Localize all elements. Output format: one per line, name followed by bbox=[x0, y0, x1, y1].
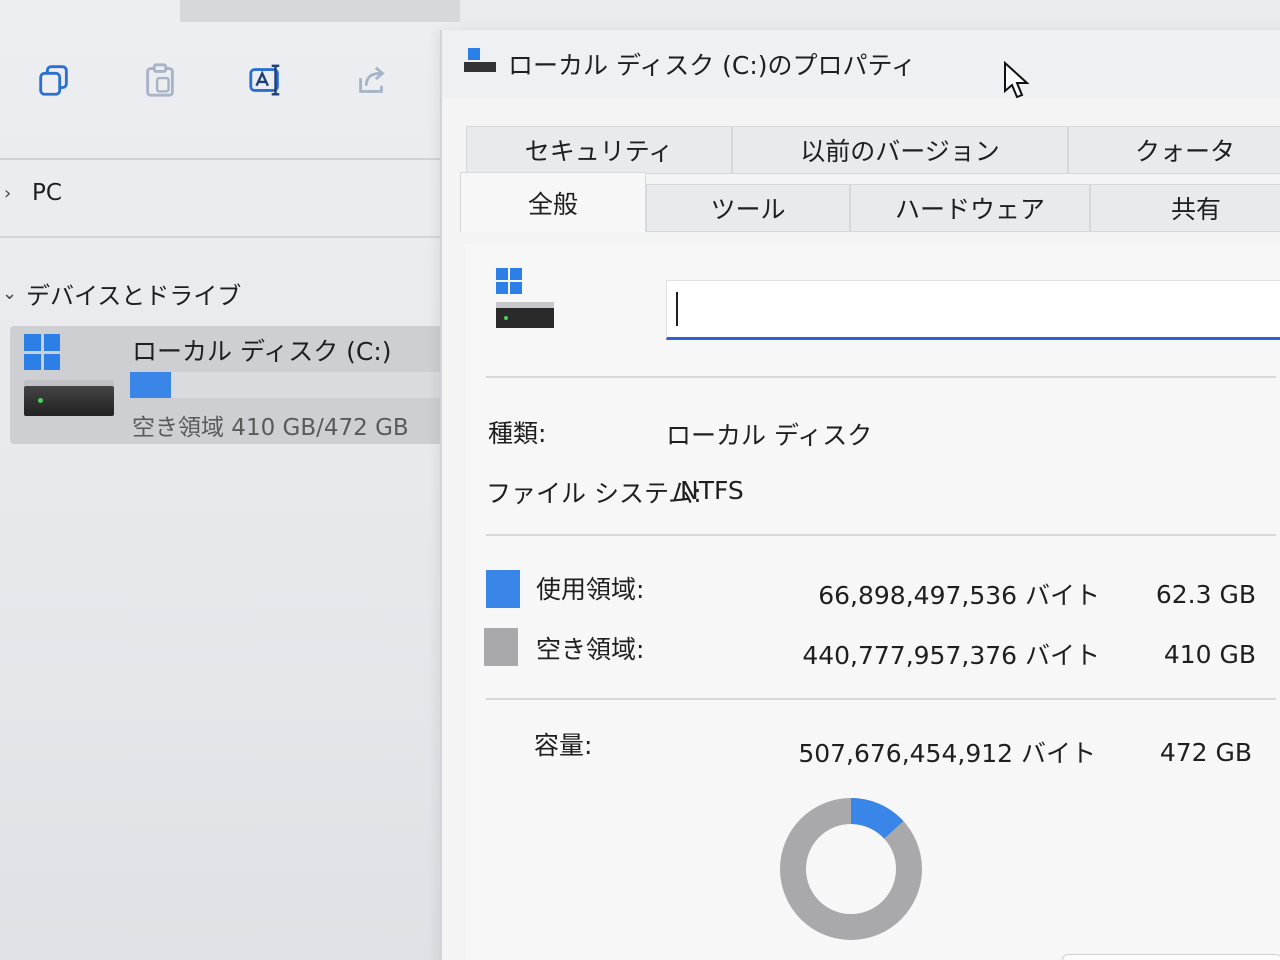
drive-large-icon bbox=[496, 268, 556, 332]
toolbar-divider bbox=[0, 158, 440, 160]
mouse-cursor-icon bbox=[1004, 60, 1030, 99]
tab-tools[interactable]: ツール bbox=[646, 184, 850, 232]
drive-usage-fill bbox=[130, 372, 171, 398]
free-space-bytes: 440,777,957,376 バイト bbox=[802, 641, 1100, 670]
tab-quota[interactable]: クォータ bbox=[1068, 126, 1280, 174]
tab-sharing[interactable]: 共有 bbox=[1090, 184, 1280, 232]
tab-tools-label: ツール bbox=[710, 195, 786, 224]
windows-logo-icon bbox=[24, 334, 60, 370]
used-space-bytes: 66,898,497,536 バイト bbox=[818, 581, 1100, 610]
share-button[interactable] bbox=[348, 56, 396, 104]
window-edge bbox=[180, 0, 460, 22]
used-space-swatch bbox=[486, 570, 520, 608]
separator bbox=[486, 376, 1276, 378]
tab-quota-label: クォータ bbox=[1134, 137, 1235, 166]
share-icon bbox=[359, 66, 385, 93]
text-caret bbox=[676, 292, 678, 326]
copy-icon bbox=[39, 65, 68, 96]
devices-drives-group-header[interactable]: ⌄ デバイスとドライブ bbox=[2, 276, 241, 311]
copy-button[interactable] bbox=[30, 56, 78, 104]
tab-general-label: 全般 bbox=[527, 189, 578, 219]
used-space-label: 使用領域: bbox=[536, 575, 645, 604]
free-space-gb: 410 GB bbox=[1163, 640, 1256, 669]
drive-name: ローカル ディスク (C:) bbox=[132, 337, 392, 366]
tab-strip: セキュリティ 以前のバージョン クォータ ツール ハードウェア 共有 全般 bbox=[460, 126, 1280, 246]
nav-divider bbox=[0, 236, 440, 238]
volume-name-input[interactable] bbox=[666, 280, 1280, 340]
capacity-bytes: 507,676,454,912 バイト bbox=[798, 739, 1096, 768]
paste-button[interactable] bbox=[136, 56, 184, 104]
rename-button[interactable] bbox=[242, 56, 290, 104]
rename-icon bbox=[249, 64, 280, 96]
drive-free-space: 空き領域 410 GB/472 GB bbox=[132, 415, 409, 441]
usage-donut-chart bbox=[780, 798, 922, 940]
chevron-right-icon: › bbox=[4, 182, 12, 204]
tab-previous-versions[interactable]: 以前のバージョン bbox=[732, 126, 1068, 174]
paste-icon bbox=[146, 63, 174, 97]
tab-previous-versions-label: 以前のバージョン bbox=[800, 137, 1000, 166]
dialog-titlebar[interactable]: ローカル ディスク (C:)のプロパティ bbox=[442, 30, 1280, 99]
filesystem-value: NTFS bbox=[680, 476, 744, 505]
type-value: ローカル ディスク bbox=[666, 421, 873, 450]
general-tab-panel: 種類: ローカル ディスク ファイル システム: NTFS 使用領域: 66,8… bbox=[466, 244, 1280, 960]
free-space-label: 空き領域: bbox=[536, 635, 645, 664]
file-explorer-window: › PC ⌄ デバイスとドライブ ローカル ディスク (C:) 空き領域 410… bbox=[0, 0, 460, 960]
drive-icon bbox=[24, 334, 120, 430]
tab-sharing-label: 共有 bbox=[1170, 195, 1221, 224]
tab-security-label: セキュリティ bbox=[524, 137, 674, 166]
filesystem-label: ファイル システム: bbox=[486, 479, 702, 508]
dialog-title: ローカル ディスク (C:)のプロパティ bbox=[508, 51, 917, 80]
capacity-label: 容量: bbox=[534, 731, 593, 760]
used-space-gb: 62.3 GB bbox=[1155, 580, 1256, 609]
screen: › PC ⌄ デバイスとドライブ ローカル ディスク (C:) 空き領域 410… bbox=[0, 0, 1280, 960]
separator bbox=[486, 698, 1276, 700]
properties-dialog: ローカル ディスク (C:)のプロパティ セキュリティ 以前のバージョン クォー… bbox=[440, 30, 1280, 960]
drive-title-icon bbox=[464, 48, 496, 74]
capacity-gb: 472 GB bbox=[1159, 738, 1252, 767]
dialog-button[interactable] bbox=[1062, 954, 1280, 960]
type-label: 種類: bbox=[488, 419, 547, 448]
explorer-toolbar bbox=[30, 56, 396, 112]
tab-general[interactable]: 全般 bbox=[460, 172, 646, 232]
nav-item-pc-label: PC bbox=[32, 180, 62, 206]
free-space-swatch bbox=[484, 628, 518, 666]
tab-hardware[interactable]: ハードウェア bbox=[850, 184, 1090, 232]
drive-usage-bar bbox=[130, 372, 440, 398]
chevron-down-icon: ⌄ bbox=[2, 283, 18, 304]
nav-item-pc[interactable]: › PC bbox=[4, 180, 62, 206]
tab-hardware-label: ハードウェア bbox=[894, 195, 1045, 224]
drive-tile-c[interactable]: ローカル ディスク (C:) 空き領域 410 GB/472 GB bbox=[10, 326, 450, 444]
group-label: デバイスとドライブ bbox=[26, 282, 242, 310]
hard-disk-icon bbox=[24, 386, 114, 416]
tab-security[interactable]: セキュリティ bbox=[466, 126, 732, 174]
separator bbox=[486, 534, 1276, 536]
